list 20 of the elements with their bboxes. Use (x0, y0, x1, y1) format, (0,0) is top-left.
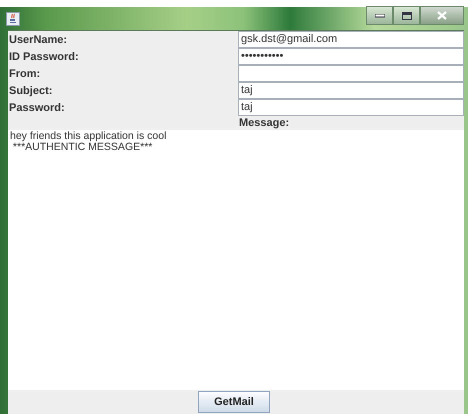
field-label: Password: (8, 102, 66, 114)
field-label: ID Password: (8, 50, 80, 62)
minimize-button[interactable] (366, 6, 393, 25)
field-label: UserName: (8, 34, 68, 46)
maximize-button[interactable] (393, 6, 420, 25)
maximize-icon (402, 12, 412, 20)
message-label: Message: (238, 117, 290, 129)
message-area[interactable]: hey friends this application is cool ***AUTHENTIC MESSAGE*** (8, 130, 464, 390)
input-field[interactable]: gsk.dst@gmail.com (238, 31, 464, 48)
input-field[interactable]: taj (238, 82, 464, 99)
input-field[interactable]: ••••••••••• (238, 48, 464, 65)
field-label: Subject: (8, 84, 54, 96)
input-field[interactable] (238, 65, 464, 82)
close-button[interactable] (420, 6, 464, 25)
coffee-cup-icon (6, 12, 20, 26)
input-field[interactable]: taj (238, 99, 464, 116)
getmail-button[interactable]: GetMail (198, 391, 270, 413)
minimize-icon (374, 14, 384, 18)
field-label: From: (8, 68, 42, 80)
close-icon (437, 11, 447, 20)
